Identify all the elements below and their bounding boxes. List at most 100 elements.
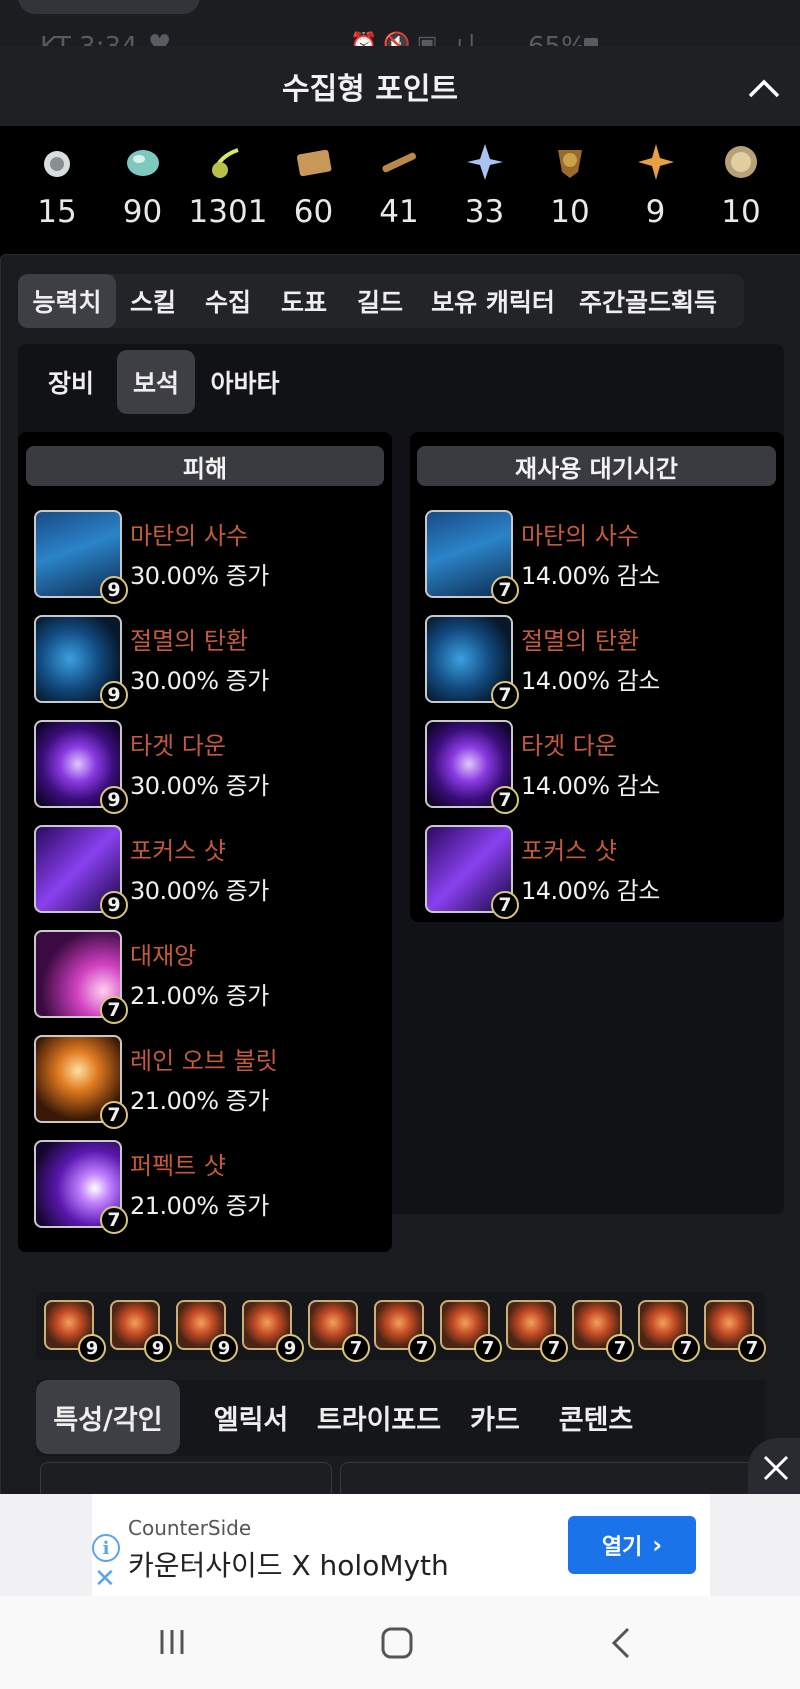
collectible-count: 9 xyxy=(645,194,666,230)
tab-gems[interactable]: 보석 xyxy=(117,350,195,414)
gem-row[interactable]: 7 마탄의 사수 14.00% 감소 xyxy=(425,510,785,610)
gem-strip-item[interactable]: 9 xyxy=(242,1300,304,1362)
collectible-count: 33 xyxy=(464,194,505,230)
ad-right-margin xyxy=(710,1494,800,1596)
gem-skill-name: 대재앙 xyxy=(130,942,197,970)
island-heart-icon xyxy=(126,150,159,176)
gem-effect-value: 14.00% 감소 xyxy=(521,562,660,590)
ad-close-icon[interactable]: ✕ xyxy=(94,1564,116,1594)
close-ad-button[interactable] xyxy=(748,1438,800,1498)
tab-cards[interactable]: 카드 xyxy=(448,1380,542,1454)
collectible-count: 15 xyxy=(37,194,77,230)
recent-apps-icon[interactable] xyxy=(156,1626,188,1658)
gem-level-badge: 9 xyxy=(100,576,128,604)
gem-row[interactable]: 9 타겟 다운 30.00% 증가 xyxy=(34,720,394,820)
gem-row[interactable]: 7 타겟 다운 14.00% 감소 xyxy=(425,720,785,820)
collectible-item[interactable]: 60 xyxy=(271,126,357,256)
page-title: 수집형 포인트 xyxy=(281,72,459,107)
gem-level-badge: 7 xyxy=(100,996,128,1024)
gem-effect-value: 30.00% 증가 xyxy=(130,772,269,800)
gem-level-badge: 7 xyxy=(100,1206,128,1234)
tab-collection[interactable]: 수집 xyxy=(190,274,266,328)
mokoko-seed-icon xyxy=(44,151,70,177)
gem-level-badge: 7 xyxy=(540,1334,568,1362)
ad-content[interactable]: i ✕ CounterSide 카운터사이드 X holoMyth 열기 › xyxy=(92,1502,710,1594)
tab-characters[interactable]: 보유 캐릭터 xyxy=(418,274,568,328)
back-icon[interactable] xyxy=(608,1626,634,1660)
gem-strip-item[interactable]: 7 xyxy=(506,1300,568,1362)
tab-chart[interactable]: 도표 xyxy=(266,274,342,328)
ad-open-button[interactable]: 열기 › xyxy=(568,1516,696,1574)
gem-skill-name: 퍼펙트 샷 xyxy=(130,1152,226,1180)
gem-skill-name: 타겟 다운 xyxy=(521,732,617,760)
gem-strip-item[interactable]: 7 xyxy=(704,1300,766,1362)
chevron-up-icon[interactable] xyxy=(746,70,782,106)
gem-strip-item[interactable]: 7 xyxy=(440,1300,502,1362)
gem-row[interactable]: 9 마탄의 사수 30.00% 증가 xyxy=(34,510,394,610)
engraving-card xyxy=(40,1462,332,1494)
collectible-item[interactable]: 15 xyxy=(14,126,100,256)
damage-header: 피해 xyxy=(26,446,384,486)
gem-row[interactable]: 7 포커스 샷 14.00% 감소 xyxy=(425,825,785,925)
ad-info-icon[interactable]: i xyxy=(92,1534,120,1562)
gem-skill-name: 타겟 다운 xyxy=(130,732,226,760)
gem-level-badge: 7 xyxy=(738,1334,766,1362)
tab-guild[interactable]: 길드 xyxy=(342,274,418,328)
collectible-count: 1301 xyxy=(188,194,268,230)
gem-level-badge: 9 xyxy=(78,1334,106,1362)
gem-level-badge: 7 xyxy=(408,1334,436,1362)
gem-row[interactable]: 7 퍼펙트 샷 21.00% 증가 xyxy=(34,1140,394,1240)
collectible-count: 10 xyxy=(550,194,590,230)
gem-row[interactable]: 7 레인 오브 불릿 21.00% 증가 xyxy=(34,1035,394,1135)
gem-level-badge: 9 xyxy=(210,1334,238,1362)
tab-tripod[interactable]: 트라이포드 xyxy=(296,1380,462,1454)
gem-effect-value: 14.00% 감소 xyxy=(521,877,660,905)
gem-skill-name: 레인 오브 불릿 xyxy=(130,1047,278,1075)
collectible-item[interactable]: 10 xyxy=(527,126,613,256)
collectible-item[interactable]: 41 xyxy=(356,126,442,256)
tab-equipment[interactable]: 장비 xyxy=(32,350,110,414)
tab-engravings[interactable]: 특성/각인 xyxy=(36,1380,180,1454)
gem-level-badge: 9 xyxy=(100,786,128,814)
gem-strip-item[interactable]: 9 xyxy=(110,1300,172,1362)
gem-row[interactable]: 9 포커스 샷 30.00% 증가 xyxy=(34,825,394,925)
medal-icon xyxy=(725,146,757,178)
gem-level-badge: 7 xyxy=(474,1334,502,1362)
tab-weekly-gold[interactable]: 주간골드획득 xyxy=(568,274,728,328)
gem-effect-value: 21.00% 증가 xyxy=(130,982,269,1010)
gem-strip-item[interactable]: 7 xyxy=(308,1300,370,1362)
gem-row[interactable]: 9 절멸의 탄환 30.00% 증가 xyxy=(34,615,394,715)
gem-row[interactable]: 7 절멸의 탄환 14.00% 감소 xyxy=(425,615,785,715)
home-icon[interactable] xyxy=(380,1626,414,1660)
gem-effect-value: 30.00% 증가 xyxy=(130,667,269,695)
gem-strip-item[interactable]: 7 xyxy=(572,1300,634,1362)
tab-stats[interactable]: 능력치 xyxy=(18,274,116,328)
collectible-item[interactable]: 1301 xyxy=(185,126,271,256)
tab-contents[interactable]: 콘텐츠 xyxy=(536,1380,656,1454)
gem-level-badge: 7 xyxy=(342,1334,370,1362)
gem-effect-value: 14.00% 감소 xyxy=(521,667,660,695)
collectible-count: 60 xyxy=(293,194,334,230)
tab-avatar[interactable]: 아바타 xyxy=(200,350,290,414)
main-tab-bar: 능력치 스킬 수집 도표 길드 보유 캐릭터 주간골드획득 xyxy=(18,274,744,328)
gem-strip-item[interactable]: 9 xyxy=(44,1300,106,1362)
gem-level-badge: 9 xyxy=(144,1334,172,1362)
gem-effect-value: 30.00% 증가 xyxy=(130,562,269,590)
collectible-item[interactable]: 10 xyxy=(698,126,784,256)
gem-strip-item[interactable]: 7 xyxy=(638,1300,700,1362)
gem-row[interactable]: 7 대재앙 21.00% 증가 xyxy=(34,930,394,1030)
gem-strip-item[interactable]: 9 xyxy=(176,1300,238,1362)
tab-skills[interactable]: 스킬 xyxy=(116,274,190,328)
collectible-item[interactable]: 90 xyxy=(100,126,186,256)
ad-brand: CounterSide xyxy=(128,1516,252,1540)
gem-level-badge: 7 xyxy=(606,1334,634,1362)
collectible-count: 10 xyxy=(721,194,761,230)
gem-skill-name: 절멸의 탄환 xyxy=(521,627,640,655)
collectible-item[interactable]: 33 xyxy=(442,126,528,256)
sea-bounty-icon xyxy=(382,152,417,173)
gem-level-badge: 9 xyxy=(276,1334,304,1362)
collectible-count: 41 xyxy=(379,194,419,230)
collectible-item[interactable]: 9 xyxy=(613,126,699,256)
gem-strip-item[interactable]: 7 xyxy=(374,1300,436,1362)
ad-left-margin xyxy=(0,1494,92,1596)
